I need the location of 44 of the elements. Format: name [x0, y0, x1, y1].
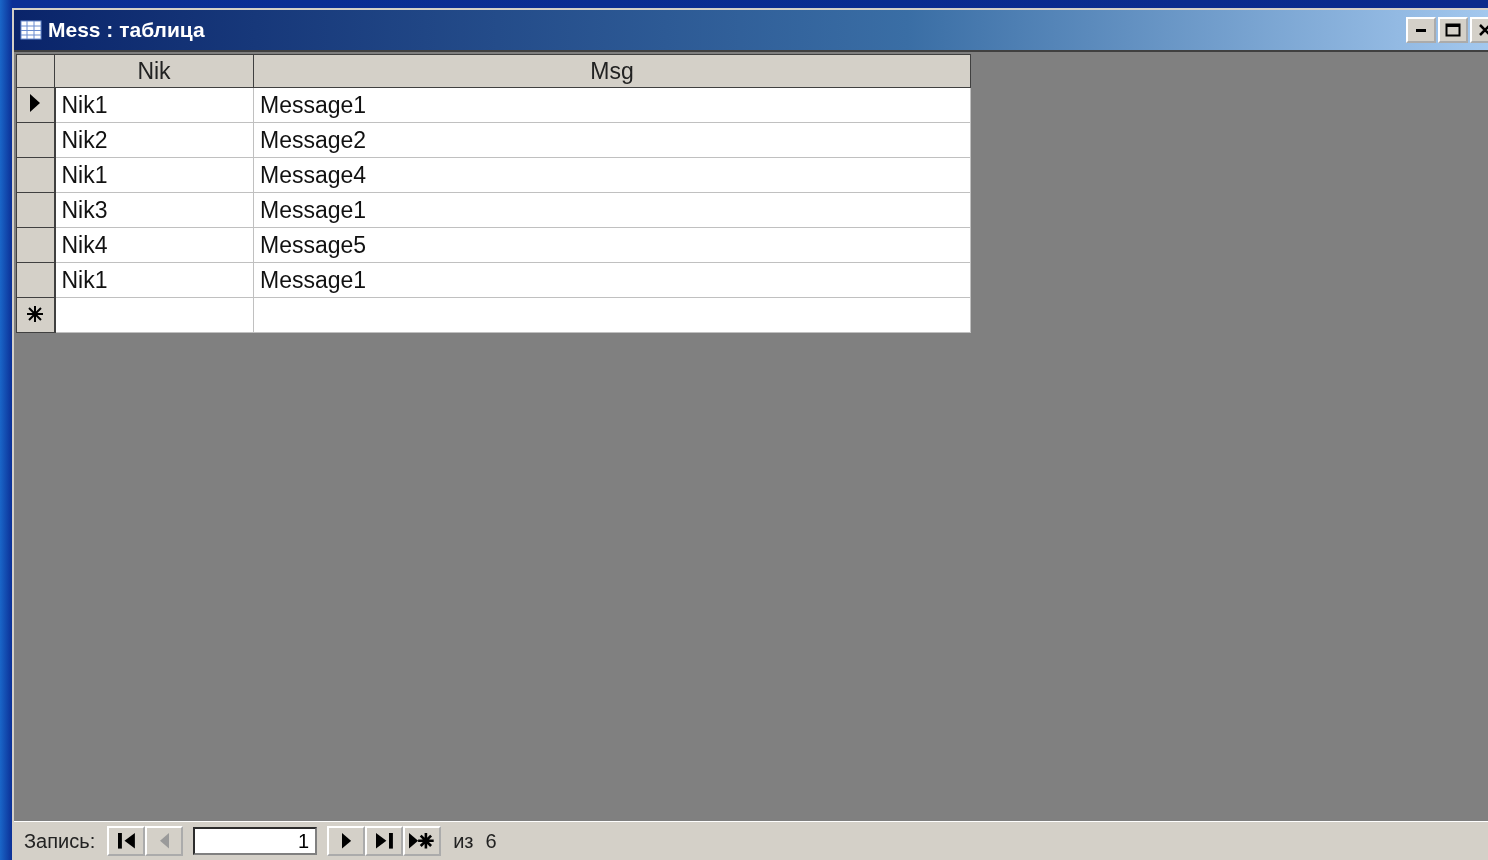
new-row-icon	[26, 304, 45, 323]
table-icon	[20, 20, 42, 40]
row-selector[interactable]	[16, 227, 55, 263]
table-cell: Nik2	[54, 122, 254, 158]
table-cell: Message4	[253, 157, 971, 193]
row-selector[interactable]	[16, 157, 55, 193]
current-row-icon	[29, 92, 42, 113]
table-cell: Message2	[253, 122, 971, 158]
table-cell: Message5	[253, 227, 971, 263]
table-cell: Nik3	[54, 192, 254, 228]
row-selector[interactable]	[16, 192, 55, 228]
select-all-corner[interactable]	[16, 54, 55, 88]
maximize-button[interactable]	[1438, 17, 1468, 43]
table-cell: Message1	[253, 192, 971, 228]
first-record-icon	[117, 833, 135, 849]
navigation-button[interactable]	[365, 826, 404, 856]
table-cell: Nik4	[54, 227, 254, 263]
minimize-button[interactable]	[1406, 17, 1436, 43]
table-cell: Nik1	[54, 262, 254, 298]
column-header[interactable]: Nik	[54, 54, 254, 88]
table-cell: Message1	[253, 87, 971, 123]
close-icon	[1479, 24, 1488, 36]
row-selector[interactable]	[16, 87, 55, 123]
table-cell: Nik1	[54, 157, 254, 193]
last-record-icon	[375, 833, 393, 849]
minimize-icon	[1416, 28, 1426, 32]
row-selector[interactable]	[16, 262, 55, 298]
new-record-icon	[409, 833, 436, 849]
record-count: 6	[485, 829, 497, 853]
navigation-button[interactable]	[107, 826, 146, 856]
next-record-icon	[341, 833, 351, 849]
record-label: Запись:	[24, 829, 96, 853]
record-number-field[interactable]: 1	[193, 827, 318, 855]
navigation-button[interactable]	[403, 826, 442, 856]
table-cell: Message1	[253, 262, 971, 298]
of-label: из	[453, 829, 474, 853]
navigation-button[interactable]	[327, 826, 366, 856]
row-selector[interactable]	[16, 122, 55, 158]
row-selector[interactable]	[16, 297, 55, 333]
column-header[interactable]: Msg	[253, 54, 971, 88]
window-title: Mess : таблица	[48, 18, 206, 42]
previous-record-icon	[159, 833, 169, 849]
table-cell: Nik1	[54, 87, 254, 123]
maximize-icon	[1445, 23, 1461, 37]
